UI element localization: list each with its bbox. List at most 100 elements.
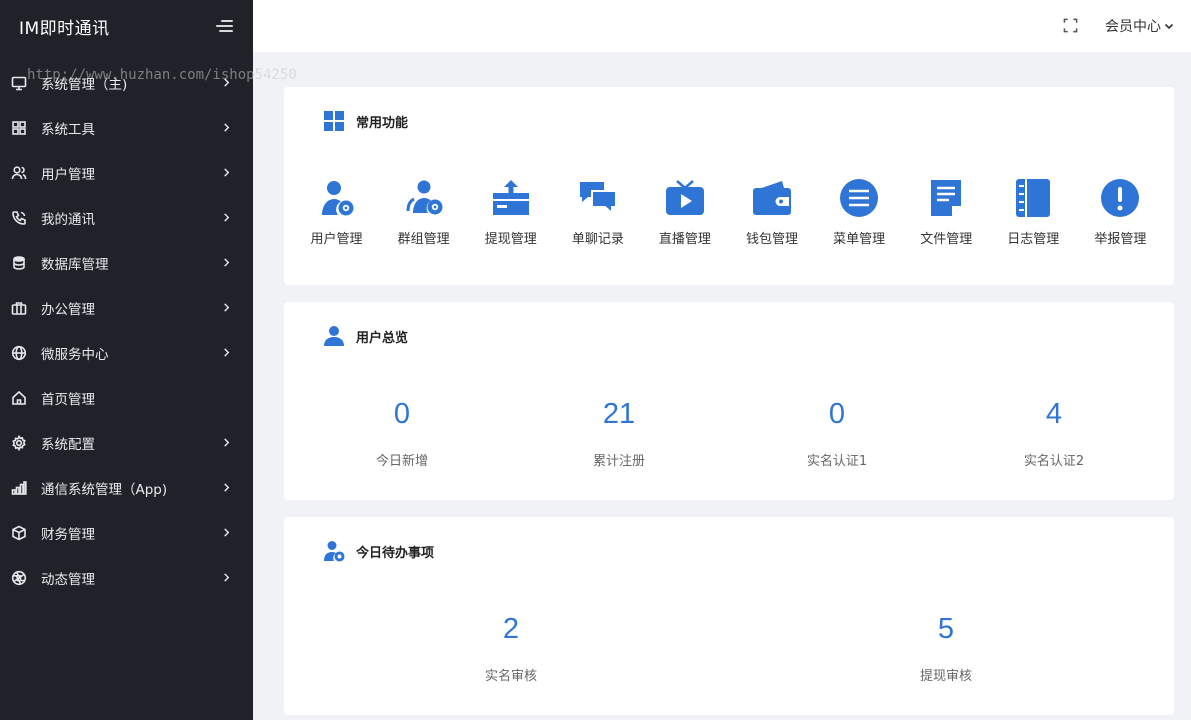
stat-label: 今日新增 — [375, 454, 428, 469]
apps-grid-icon — [323, 110, 345, 132]
sidebar-item-database[interactable]: 数据库管理 — [0, 240, 253, 285]
chevron-right-icon — [222, 438, 231, 447]
sidebar-item-label: 通信系统管理（App) — [41, 481, 168, 498]
users-icon — [11, 165, 27, 181]
function-chat-records[interactable]: 单聊记录 — [554, 177, 641, 247]
home-icon — [11, 390, 27, 406]
user-icon — [323, 325, 345, 347]
todo-card: 今日待办事项 2 实名审核 5 提现审核 — [284, 517, 1174, 715]
member-center-dropdown[interactable]: 会员中心 — [1105, 16, 1174, 36]
stat-today-new: 0 今日新增 — [284, 398, 520, 469]
card-header: 今日待办事项 — [323, 540, 434, 562]
briefcase-icon — [11, 300, 27, 316]
function-user-management[interactable]: 用户管理 — [293, 177, 380, 247]
chevron-right-icon — [222, 348, 231, 357]
sidebar-item-finance[interactable]: 财务管理 — [0, 510, 253, 555]
function-group-management[interactable]: 群组管理 — [380, 177, 467, 247]
sidebar-item-home[interactable]: 首页管理 — [0, 375, 253, 420]
function-live-management[interactable]: 直播管理 — [641, 177, 728, 247]
function-label: 用户管理 — [310, 232, 363, 247]
sidebar-item-label: 数据库管理 — [41, 256, 109, 273]
sidebar-item-label: 微服务中心 — [41, 346, 109, 363]
chevron-right-icon — [222, 303, 231, 312]
sidebar-item-label: 首页管理 — [41, 391, 95, 408]
card-title: 今日待办事项 — [356, 545, 435, 561]
sidebar-nav: 系统管理（主) 系统工具 用户管理 我的通讯 数据库管理 办公管理 微服务中心 … — [0, 60, 253, 600]
sidebar-item-app-comm[interactable]: 通信系统管理（App) — [0, 465, 253, 510]
brand-bar: IM即时通讯 — [0, 0, 253, 52]
sidebar-item-system[interactable]: 系统管理（主) — [0, 60, 253, 105]
stat-verification-review[interactable]: 2 实名审核 — [284, 613, 738, 684]
sidebar-item-users[interactable]: 用户管理 — [0, 150, 253, 195]
function-file-management[interactable]: 文件管理 — [903, 177, 990, 247]
wallet-icon — [751, 177, 793, 219]
chevron-right-icon — [222, 123, 231, 132]
user-gear-icon — [316, 177, 358, 219]
globe-icon — [11, 345, 27, 361]
chevron-right-icon — [222, 258, 231, 267]
card-header: 常用功能 — [323, 110, 408, 132]
stat-value: 0 — [393, 398, 411, 430]
sidebar-item-label: 系统配置 — [41, 436, 95, 453]
function-wallet-management[interactable]: 钱包管理 — [728, 177, 815, 247]
stat-label: 实名认证1 — [806, 454, 868, 469]
box-icon — [11, 525, 27, 541]
user-gear-icon — [323, 540, 345, 562]
app-title: IM即时通讯 — [19, 18, 110, 39]
top-header: 会员中心 — [253, 0, 1191, 52]
sidebar-item-label: 系统工具 — [41, 121, 95, 138]
function-log-management[interactable]: 日志管理 — [990, 177, 1077, 247]
tv-play-icon — [664, 177, 706, 219]
function-label: 文件管理 — [920, 232, 973, 247]
user-stats-row: 0 今日新增 21 累计注册 0 实名认证1 4 实名认证2 — [284, 398, 1174, 469]
member-center-label: 会员中心 — [1105, 19, 1161, 35]
function-withdraw-management[interactable]: 提现管理 — [467, 177, 554, 247]
alert-icon — [1099, 177, 1141, 219]
sidebar-item-communication[interactable]: 我的通讯 — [0, 195, 253, 240]
bar-chart-icon — [11, 480, 27, 496]
grid-icon — [11, 120, 27, 136]
fullscreen-icon[interactable] — [1063, 18, 1078, 33]
function-label: 日志管理 — [1007, 232, 1060, 247]
stat-value: 21 — [602, 398, 636, 430]
function-label: 举报管理 — [1094, 232, 1147, 247]
stat-verified-2: 4 实名认证2 — [956, 398, 1152, 469]
document-icon — [925, 177, 967, 219]
function-label: 菜单管理 — [833, 232, 886, 247]
function-label: 群组管理 — [397, 232, 450, 247]
chevron-right-icon — [222, 483, 231, 492]
function-label: 直播管理 — [658, 232, 711, 247]
chevron-right-icon — [222, 213, 231, 222]
chevron-right-icon — [222, 528, 231, 537]
sidebar-item-label: 办公管理 — [41, 301, 95, 318]
card-title: 用户总览 — [356, 330, 409, 346]
card-title: 常用功能 — [356, 115, 409, 131]
sidebar-item-office[interactable]: 办公管理 — [0, 285, 253, 330]
function-label: 单聊记录 — [571, 232, 624, 247]
withdraw-icon — [490, 177, 532, 219]
stat-total-registered: 21 累计注册 — [520, 398, 718, 469]
stat-value: 2 — [502, 613, 520, 645]
function-label: 钱包管理 — [746, 232, 799, 247]
monitor-icon — [11, 75, 27, 91]
sidebar-item-label: 系统管理（主) — [41, 76, 128, 93]
database-icon — [11, 255, 27, 271]
function-menu-management[interactable]: 菜单管理 — [816, 177, 903, 247]
function-label: 提现管理 — [484, 232, 537, 247]
stat-label: 累计注册 — [592, 454, 645, 469]
menu-toggle-icon[interactable] — [216, 19, 233, 33]
sidebar-item-moments[interactable]: 动态管理 — [0, 555, 253, 600]
sidebar-item-microservice[interactable]: 微服务中心 — [0, 330, 253, 375]
phone-icon — [11, 210, 27, 226]
chevron-down-icon — [1164, 23, 1174, 30]
notebook-icon — [1012, 177, 1054, 219]
card-header: 用户总览 — [323, 325, 408, 347]
sidebar-item-config[interactable]: 系统配置 — [0, 420, 253, 465]
function-report-management[interactable]: 举报管理 — [1077, 177, 1164, 247]
aperture-icon — [11, 570, 27, 586]
stat-withdraw-review[interactable]: 5 提现审核 — [738, 613, 1154, 684]
stat-label: 提现审核 — [919, 669, 972, 684]
stat-verified-1: 0 实名认证1 — [718, 398, 956, 469]
sidebar-item-tools[interactable]: 系统工具 — [0, 105, 253, 150]
sidebar-item-label: 我的通讯 — [41, 211, 95, 228]
